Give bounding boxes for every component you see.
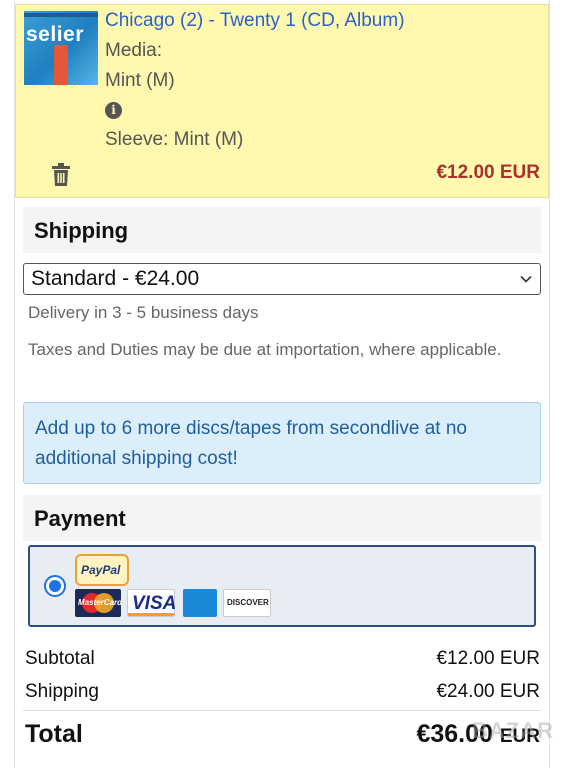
visa-text: VISA	[132, 593, 177, 614]
watermark: BAZAR	[472, 718, 554, 743]
mastercard-logo: MasterCard	[75, 589, 123, 617]
shipping-method-value: Standard - €24.00	[31, 267, 200, 290]
paypal-text: PayPal	[81, 563, 121, 577]
total-label: Total	[25, 720, 83, 748]
payment-heading: Payment	[34, 506, 126, 531]
amex-logo	[183, 589, 217, 617]
totals-divider	[23, 710, 541, 711]
payment-option-paypal[interactable]: PayPal MasterCard VISA DISCOVER	[28, 545, 536, 627]
delivery-estimate: Delivery in 3 - 5 business days	[28, 303, 259, 322]
mastercard-text: MasterCard	[78, 598, 123, 607]
media-label: Media:	[105, 40, 163, 61]
paypal-logo: PayPal	[75, 554, 129, 586]
shipping-method-select[interactable]: Standard - €24.00	[23, 263, 541, 295]
item-title-link[interactable]: Chicago (2) - Twenty 1 (CD, Album)	[105, 10, 405, 32]
shipping-cost-label: Shipping	[25, 681, 99, 702]
media-condition: Mint (M)	[105, 70, 175, 91]
discover-text: DISCOVER	[227, 598, 269, 607]
info-icon[interactable]: i	[105, 102, 122, 119]
item-price: €12.00 EUR	[436, 162, 540, 183]
thumbnail-strip	[54, 45, 68, 85]
payment-header: Payment	[23, 495, 541, 541]
promo-text: Add up to 6 more discs/tapes from second…	[35, 418, 467, 469]
payment-radio[interactable]	[44, 575, 66, 597]
taxes-note: Taxes and Duties may be due at importati…	[28, 340, 502, 359]
trash-icon[interactable]	[51, 163, 71, 187]
cart-item: selier Chicago (2) - Twenty 1 (CD, Album…	[15, 4, 549, 198]
shipping-header: Shipping	[23, 207, 541, 253]
shipping-cost-value: €24.00 EUR	[436, 681, 540, 702]
shipping-heading: Shipping	[34, 218, 129, 243]
subtotal-label: Subtotal	[25, 648, 95, 669]
chevron-down-icon	[520, 275, 532, 283]
subtotal-value: €12.00 EUR	[436, 648, 540, 669]
album-thumbnail[interactable]: selier	[24, 11, 98, 85]
visa-logo: VISA	[127, 589, 177, 617]
visa-stripe	[128, 613, 174, 616]
sleeve-condition: Sleeve: Mint (M)	[105, 129, 244, 150]
discover-logo: DISCOVER	[223, 589, 271, 617]
thumbnail-band	[24, 13, 98, 17]
shipping-promo-banner: Add up to 6 more discs/tapes from second…	[23, 402, 541, 484]
thumbnail-text: selier	[26, 23, 84, 46]
